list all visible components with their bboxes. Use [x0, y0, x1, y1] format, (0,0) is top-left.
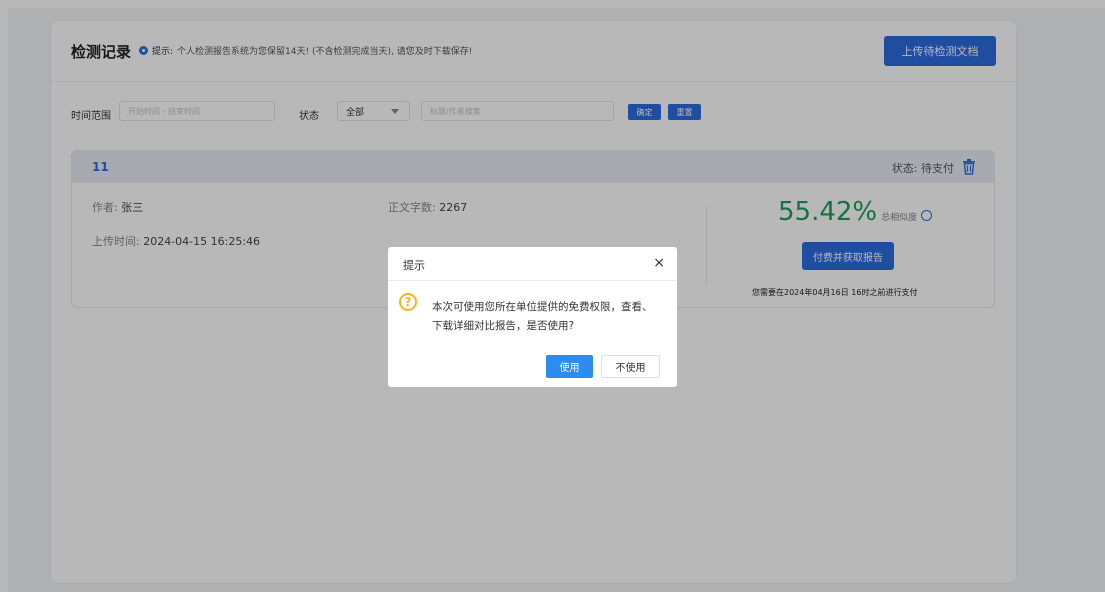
dialog-title: 提示: [403, 259, 425, 272]
question-icon: ?: [399, 293, 417, 311]
dialog-message: 本次可使用您所在单位提供的免费权限，查看、下载详细对比报告，是否使用?: [432, 301, 653, 332]
dialog-header: 提示 ×: [388, 247, 677, 281]
use-button[interactable]: 使用: [546, 355, 593, 378]
close-icon[interactable]: ×: [653, 256, 665, 270]
confirm-dialog: 提示 × ? 本次可使用您所在单位提供的免费权限，查看、下载详细对比报告，是否使…: [388, 247, 677, 387]
do-not-use-button[interactable]: 不使用: [601, 355, 660, 378]
